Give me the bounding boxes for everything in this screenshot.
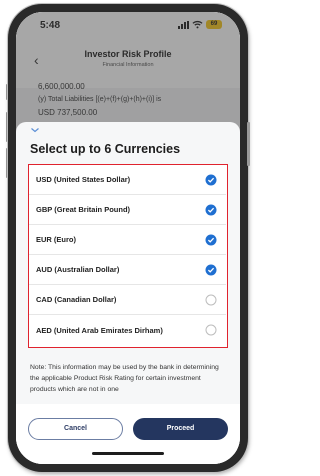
unchecked-circle-icon[interactable]	[205, 324, 217, 336]
checked-circle-icon[interactable]	[205, 204, 217, 216]
checked-circle-icon[interactable]	[205, 264, 217, 276]
currency-option-eur[interactable]: EUR (Euro)	[29, 225, 226, 255]
currency-option-aed[interactable]: AED (United Arab Emirates Dirham)	[29, 315, 226, 345]
checked-circle-icon[interactable]	[205, 234, 217, 246]
currency-label: CAD (Canadian Dollar)	[36, 295, 117, 304]
currency-label: AED (United Arab Emirates Dirham)	[36, 325, 163, 335]
phone-screen: ‹ Investor Risk Profile Financial Inform…	[16, 12, 240, 464]
currency-label: EUR (Euro)	[36, 235, 76, 244]
currency-option-aud[interactable]: AUD (Australian Dollar)	[29, 255, 226, 285]
home-indicator[interactable]	[92, 452, 164, 455]
disclaimer-note: Note: This information may be used by th…	[30, 364, 219, 393]
cancel-button[interactable]: Cancel	[28, 418, 123, 440]
currency-label: GBP (Great Britain Pound)	[36, 205, 131, 214]
currency-label: USD (United States Dollar)	[36, 175, 131, 184]
currency-label: AUD (Australian Dollar)	[36, 265, 120, 274]
currency-option-gbp[interactable]: GBP (Great Britain Pound)	[29, 195, 226, 225]
sheet-footer: Cancel Proceed	[16, 404, 240, 464]
currency-list: USD (United States Dollar) GBP (Great Br…	[28, 164, 228, 348]
currency-bottom-sheet: Select up to 6 Currencies USD (United St…	[16, 122, 240, 464]
checked-circle-icon[interactable]	[205, 174, 217, 186]
sheet-title: Select up to 6 Currencies	[30, 142, 181, 156]
chevron-down-icon[interactable]	[30, 126, 40, 134]
proceed-button[interactable]: Proceed	[133, 418, 228, 440]
unchecked-circle-icon[interactable]	[205, 294, 217, 306]
power-button	[247, 122, 250, 166]
currency-option-usd[interactable]: USD (United States Dollar)	[29, 165, 226, 195]
currency-option-cad[interactable]: CAD (Canadian Dollar)	[29, 285, 226, 315]
